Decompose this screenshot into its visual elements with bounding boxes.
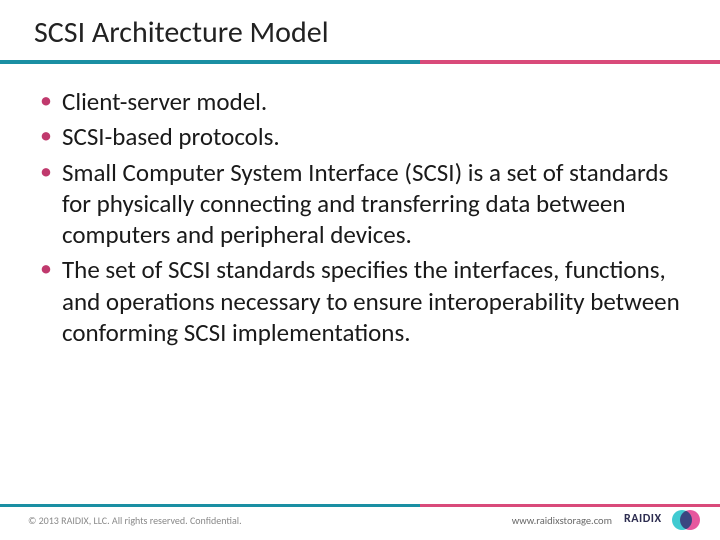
divider-pink <box>420 60 720 64</box>
logo-text: RAIDIX <box>624 512 662 526</box>
slide-title: SCSI Architecture Model <box>34 14 329 51</box>
copyright-text: © 2013 RAIDIX, LLC. All rights reserved.… <box>28 514 242 527</box>
bullet-item: Client-server model. <box>34 86 690 117</box>
bullet-item: The set of SCSI standards specifies the … <box>34 254 690 348</box>
footer-divider <box>0 504 720 507</box>
logo: RAIDIX <box>624 506 702 534</box>
footer: © 2013 RAIDIX, LLC. All rights reserved.… <box>0 504 720 540</box>
bullet-item: SCSI-based protocols. <box>34 121 690 152</box>
logo-icon <box>672 508 702 532</box>
divider-teal <box>0 60 420 64</box>
logo-circle-pink <box>680 510 700 530</box>
bullet-item: Small Computer System Interface (SCSI) i… <box>34 157 690 251</box>
title-divider <box>0 60 720 64</box>
content-area: Client-server model. SCSI-based protocol… <box>34 86 690 352</box>
footer-url: www.raidixstorage.com <box>512 514 612 527</box>
bullet-list: Client-server model. SCSI-based protocol… <box>34 86 690 348</box>
slide: SCSI Architecture Model Client-server mo… <box>0 0 720 540</box>
footer-divider-teal <box>0 504 420 507</box>
